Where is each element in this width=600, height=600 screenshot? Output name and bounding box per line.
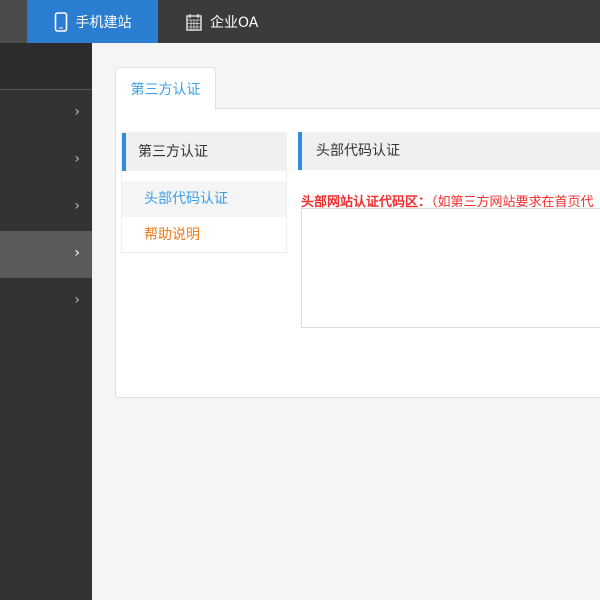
- sidebar-item[interactable]: ›: [0, 278, 92, 325]
- left-nav: 第三方认证 头部代码认证 帮助说明: [121, 132, 287, 253]
- calendar-icon: [186, 13, 202, 31]
- section-title: 头部代码认证: [298, 132, 600, 170]
- sidebar: › › › › ›: [0, 43, 92, 600]
- tab-enterprise-oa[interactable]: 企业OA: [186, 0, 258, 43]
- chevron-right-icon: ›: [74, 245, 80, 261]
- top-bar: 手机建站 企业OA: [0, 0, 600, 43]
- sidebar-item[interactable]: ›: [0, 90, 92, 137]
- sidebar-item-active[interactable]: ›: [0, 231, 92, 278]
- mobile-icon: [54, 11, 67, 32]
- tab-third-party-auth[interactable]: 第三方认证: [115, 67, 216, 110]
- header-code-textarea[interactable]: [301, 208, 600, 328]
- left-nav-title: 第三方认证: [122, 133, 286, 171]
- left-nav-item-help[interactable]: 帮助说明: [122, 217, 286, 253]
- tab-label: 企业OA: [210, 14, 259, 31]
- top-bar-left: [0, 0, 27, 43]
- tab-mobile-site[interactable]: 手机建站: [27, 0, 158, 43]
- tab-label: 手机建站: [75, 14, 132, 31]
- chevron-right-icon: ›: [74, 198, 80, 214]
- sidebar-item[interactable]: ›: [0, 137, 92, 184]
- chevron-right-icon: ›: [74, 151, 80, 167]
- sidebar-item[interactable]: ›: [0, 184, 92, 231]
- chevron-right-icon: ›: [74, 104, 80, 120]
- sidebar-header: [0, 43, 92, 90]
- chevron-right-icon: ›: [74, 292, 80, 308]
- left-nav-item-header-code[interactable]: 头部代码认证: [122, 181, 286, 217]
